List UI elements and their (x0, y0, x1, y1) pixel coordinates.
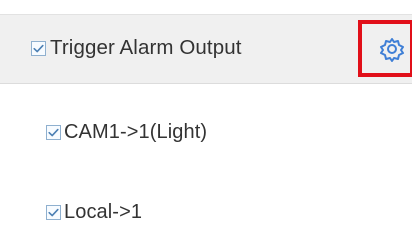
trigger-alarm-output-row: Trigger Alarm Output (0, 35, 412, 59)
checkmark-icon (48, 208, 59, 216)
cam1-light-checkbox[interactable] (46, 124, 61, 140)
checkmark-icon (48, 128, 59, 136)
cam1-light-label: CAM1->1(Light) (64, 121, 208, 143)
trigger-alarm-output-label: Trigger Alarm Output (50, 35, 242, 59)
output-row-cam1-light: CAM1->1(Light) (0, 122, 412, 142)
checkmark-icon (33, 44, 44, 52)
gear-icon[interactable] (375, 34, 409, 64)
local-1-checkbox[interactable] (46, 204, 61, 220)
local-1-label: Local->1 (64, 201, 143, 223)
alarm-linkage-panel: Trigger Alarm Output CAM1->1(Light) Loca… (0, 0, 412, 244)
trigger-alarm-output-checkbox[interactable] (31, 40, 46, 56)
output-row-local-1: Local->1 (0, 202, 412, 222)
